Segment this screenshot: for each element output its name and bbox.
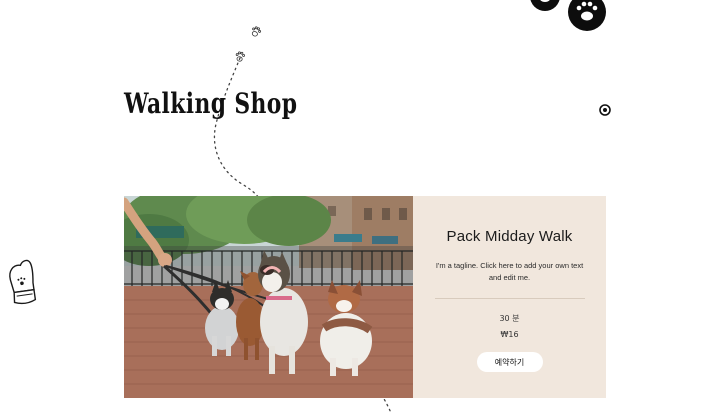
service-image [124,196,413,398]
details-divider [434,298,585,299]
target-icon[interactable] [599,104,611,116]
book-button[interactable]: 예약하기 [476,352,543,372]
service-details: Pack Midday Walk I'm a tagline. Click he… [413,196,606,398]
service-duration: 30 분 [499,314,520,323]
paw-print-icon [235,51,246,62]
mitten-icon [9,259,37,305]
service-card: Pack Midday Walk I'm a tagline. Click he… [124,196,606,398]
paw-icon [530,0,606,31]
paw-print-icon [251,26,262,37]
site-title: Walking Shop [124,87,298,120]
service-tagline[interactable]: I'm a tagline. Click here to add your ow… [436,260,584,284]
service-price: ₩16 [500,330,519,339]
service-title: Pack Midday Walk [446,228,573,245]
booking-page: Walking Shop Pack Midday Walk I'm a tagl… [0,0,720,420]
dog-walk-photo [124,196,413,398]
